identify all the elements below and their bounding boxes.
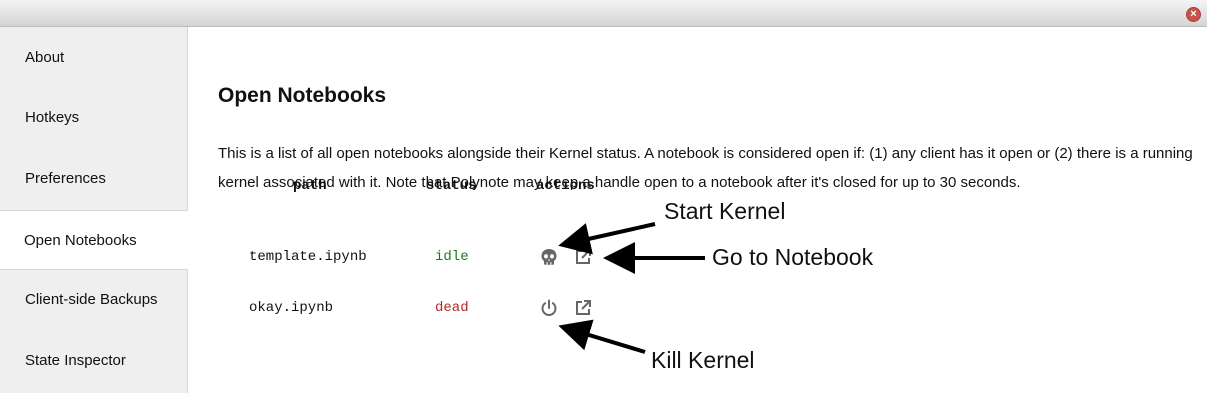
- sidebar-item-label: About: [25, 49, 65, 66]
- sidebar-item-about[interactable]: About: [0, 28, 187, 88]
- sidebar-item-label: Open Notebooks: [24, 232, 137, 249]
- sidebar-item-label: State Inspector: [25, 352, 126, 369]
- annotation-start-kernel: Start Kernel: [664, 198, 786, 224]
- power-icon[interactable]: [539, 298, 559, 318]
- notebook-path: template.ipynb: [249, 249, 367, 265]
- window-titlebar: ×: [0, 0, 1207, 27]
- notebook-path: okay.ipynb: [249, 300, 334, 316]
- sidebar-item-label: Preferences: [25, 170, 106, 187]
- sidebar-item-preferences[interactable]: Preferences: [0, 149, 187, 209]
- sidebar-item-hotkeys[interactable]: Hotkeys: [0, 88, 187, 148]
- column-header-status: status: [426, 178, 477, 194]
- sidebar-item-label: Client-side Backups: [25, 291, 158, 308]
- page-description: This is a list of all open notebooks alo…: [218, 145, 1193, 191]
- page-title: Open Notebooks: [218, 84, 387, 107]
- external-link-icon[interactable]: [573, 247, 593, 267]
- sidebar: About Hotkeys Preferences Open Notebooks…: [0, 27, 188, 393]
- kernel-status: dead: [435, 300, 469, 316]
- close-icon[interactable]: ×: [1186, 7, 1201, 22]
- column-header-path: path: [293, 178, 327, 194]
- external-link-icon[interactable]: [573, 298, 593, 318]
- column-header-actions: actions: [536, 178, 595, 194]
- sidebar-item-open-notebooks[interactable]: Open Notebooks: [0, 210, 188, 270]
- skull-icon[interactable]: [539, 247, 559, 267]
- sidebar-item-state-inspector[interactable]: State Inspector: [0, 331, 187, 391]
- kernel-status: idle: [435, 249, 469, 265]
- sidebar-item-label: Hotkeys: [25, 109, 80, 126]
- annotation-go-to-notebook: Go to Notebook: [712, 244, 874, 270]
- annotation-kill-kernel: Kill Kernel: [651, 347, 755, 373]
- sidebar-item-client-side-backups[interactable]: Client-side Backups: [0, 270, 187, 330]
